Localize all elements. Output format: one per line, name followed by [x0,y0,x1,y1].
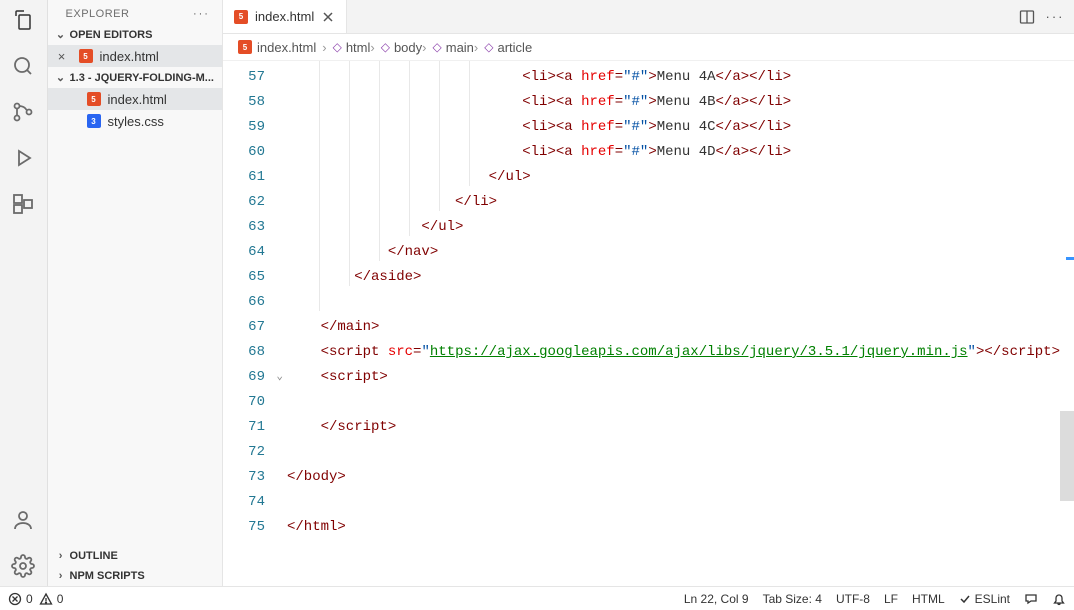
breadcrumb-segment[interactable]: ◇ main [433,40,474,55]
activity-bar [0,0,48,586]
code-line[interactable]: <script src="https://ajax.googleapis.com… [287,340,1060,365]
main-area: 5 index.html ··· 5 index.html [223,0,1074,586]
symbol-icon: ◇ [333,40,342,54]
file-label: index.html [100,49,159,64]
code-line[interactable]: <script> [287,365,1060,390]
chevron-right-icon: › [422,40,426,55]
tab-label: index.html [255,9,314,24]
status-bell-icon[interactable] [1052,592,1066,606]
npm-scripts-header[interactable]: › NPM SCRIPTS [48,566,222,586]
code-line[interactable]: </script> [287,415,1060,440]
sidebar-more-icon[interactable]: ··· [193,8,210,20]
line-number-gutter: 57585960616263646566676869⌄707172737475 [223,61,287,586]
html-file-icon: 5 [237,39,253,55]
file-label: index.html [108,92,167,107]
code-line[interactable]: </ul> [287,165,1060,190]
close-icon[interactable]: × [54,49,70,64]
account-icon[interactable] [9,506,37,534]
code-area[interactable]: <li><a href="#">Menu 4A</a></li> <li><a … [287,61,1060,586]
code-line[interactable]: <li><a href="#">Menu 4A</a></li> [287,65,1060,90]
breadcrumb-segment[interactable]: ◇ html [333,40,371,55]
source-control-icon[interactable] [9,98,37,126]
breadcrumb: 5 index.html › ◇ html › ◇ body › ◇ main … [223,34,1074,61]
tab-bar: 5 index.html ··· [223,0,1074,34]
code-line[interactable]: </li> [287,190,1060,215]
status-eol[interactable]: LF [884,592,898,606]
code-line[interactable]: </main> [287,315,1060,340]
editor[interactable]: 57585960616263646566676869⌄707172737475 … [223,61,1074,586]
code-line[interactable]: </ul> [287,215,1060,240]
open-editor-item[interactable]: × 5 index.html [48,45,222,67]
code-line[interactable] [287,290,1060,315]
css-file-icon: 3 [86,113,102,129]
chevron-down-icon: ⌄ [54,28,68,41]
status-encoding[interactable]: UTF-8 [836,592,870,606]
debug-icon[interactable] [9,144,37,172]
chevron-right-icon: › [54,550,68,562]
status-bar: 0 0 Ln 22, Col 9 Tab Size: 4 UTF-8 LF HT… [0,586,1074,610]
file-label: styles.css [108,114,164,129]
status-warnings[interactable]: 0 [39,592,64,606]
open-editors-header[interactable]: ⌄ OPEN EDITORS [48,24,222,45]
status-feedback-icon[interactable] [1024,592,1038,606]
chevron-right-icon: › [474,40,478,55]
status-cursor[interactable]: Ln 22, Col 9 [684,592,749,606]
close-icon[interactable] [320,9,336,25]
scrollbar[interactable] [1060,61,1074,586]
code-line[interactable] [287,390,1060,415]
code-line[interactable]: </body> [287,465,1060,490]
code-line[interactable]: <li><a href="#">Menu 4B</a></li> [287,90,1060,115]
extensions-icon[interactable] [9,190,37,218]
status-errors[interactable]: 0 [8,592,33,606]
breadcrumb-segment[interactable]: ◇ article [484,40,532,55]
folder-header[interactable]: ⌄ 1.3 - JQUERY-FOLDING-M... [48,67,222,88]
split-editor-icon[interactable] [1018,8,1036,26]
chevron-right-icon: › [54,570,68,582]
sidebar: EXPLORER ··· ⌄ OPEN EDITORS × 5 index.ht… [48,0,223,586]
status-eslint[interactable]: ESLint [959,592,1010,606]
html-file-icon: 5 [86,91,102,107]
code-line[interactable] [287,440,1060,465]
html-file-icon: 5 [233,9,249,25]
code-line[interactable]: <li><a href="#">Menu 4C</a></li> [287,115,1060,140]
code-line[interactable]: </aside> [287,265,1060,290]
code-line[interactable]: <li><a href="#">Menu 4D</a></li> [287,140,1060,165]
status-language[interactable]: HTML [912,592,945,606]
chevron-right-icon: › [370,40,374,55]
code-line[interactable]: </html> [287,515,1060,540]
chevron-right-icon: › [322,40,326,55]
sidebar-title: EXPLORER ··· [48,0,222,24]
breadcrumb-segment[interactable]: ◇ body [381,40,422,55]
code-line[interactable] [287,490,1060,515]
settings-icon[interactable] [9,552,37,580]
html-file-icon: 5 [78,48,94,64]
explorer-icon[interactable] [9,6,37,34]
search-icon[interactable] [9,52,37,80]
chevron-down-icon: ⌄ [54,71,68,84]
symbol-icon: ◇ [484,40,493,54]
outline-header[interactable]: › OUTLINE [48,546,222,566]
more-icon[interactable]: ··· [1046,8,1064,26]
fold-icon[interactable]: ⌄ [276,365,283,390]
tab-index-html[interactable]: 5 index.html [223,0,347,33]
file-item[interactable]: 5 index.html [48,88,222,110]
symbol-icon: ◇ [381,40,390,54]
code-line[interactable]: </nav> [287,240,1060,265]
status-tabsize[interactable]: Tab Size: 4 [763,592,822,606]
symbol-icon: ◇ [433,40,442,54]
file-item[interactable]: 3 styles.css [48,110,222,132]
breadcrumb-file[interactable]: 5 index.html [237,39,316,55]
